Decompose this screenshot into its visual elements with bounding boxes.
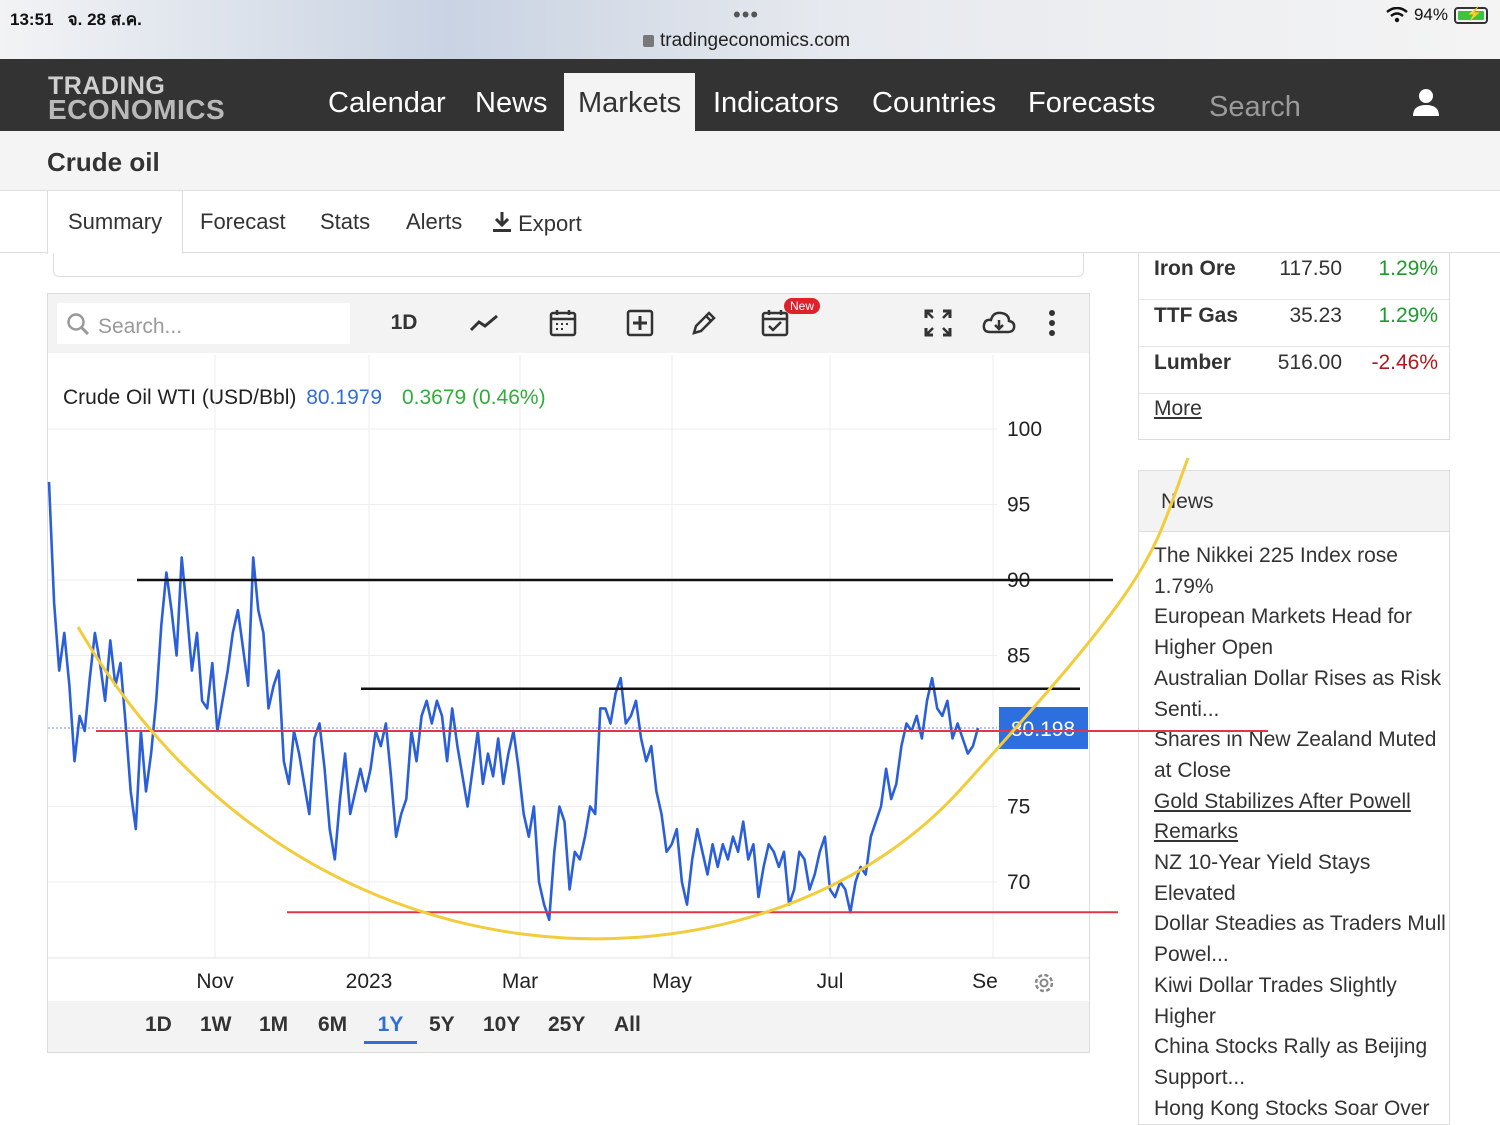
mover-row[interactable]: Lumber 516.00 -2.46% [1139,347,1449,394]
news-item[interactable]: European Markets Head for Higher Open [1154,602,1449,663]
lock-icon [643,35,654,47]
range-25y[interactable]: 25Y [548,1013,585,1041]
page-title: Crude oil [47,147,160,177]
series-name: Crude Oil WTI (USD/Bbl) [63,386,297,409]
mover-row[interactable]: Iron Ore 117.50 1.29% [1139,253,1449,300]
tab-export[interactable]: Export [472,191,602,253]
mover-value: 35.23 [1289,304,1342,327]
interval-button[interactable]: 1D [384,306,424,340]
search-icon [67,313,90,336]
download-icon [493,212,511,232]
user-icon[interactable] [1412,87,1440,117]
previous-section-box [53,253,1084,277]
nav-markets[interactable]: Markets [564,73,696,131]
tab-stats[interactable]: Stats [300,191,390,253]
news-item[interactable]: Shares in New Zealand Muted at Close [1154,725,1449,786]
cloud-download-icon[interactable] [981,306,1017,340]
market-movers-table: Iron Ore 117.50 1.29% TTF Gas 35.23 1.29… [1138,253,1450,440]
tab-summary[interactable]: Summary [47,191,184,254]
site-search-input[interactable]: Search [1201,77,1384,135]
nav-forecasts[interactable]: Forecasts [1014,73,1169,131]
range-selector: 1D 1W 1M 6M 1Y 5Y 10Y 25Y All [48,1001,1089,1052]
nav-countries[interactable]: Countries [858,73,1010,131]
news-list: The Nikkei 225 Index rose 1.79% European… [1154,541,1449,1124]
news-item[interactable]: The Nikkei 225 Index rose 1.79% [1154,541,1449,602]
battery-icon: ⚡ [1454,6,1488,24]
address-bar[interactable]: tradingeconomics.com [643,30,850,52]
nav-indicators[interactable]: Indicators [699,73,853,131]
range-6m[interactable]: 6M [318,1013,347,1041]
mover-name: Lumber [1154,351,1232,374]
range-1y[interactable]: 1Y [364,1013,417,1044]
news-panel: News The Nikkei 225 Index rose 1.79% Eur… [1138,470,1450,1125]
fullscreen-icon[interactable] [923,306,953,340]
status-indicators: 94% ⚡ [1386,5,1488,25]
trading-economics-logo[interactable]: TRADING ECONOMICS [48,74,225,124]
mover-name: Iron Ore [1154,257,1236,280]
chart-search-input[interactable]: Search... [57,303,350,344]
wifi-icon [1386,7,1408,23]
top-navigation: TRADING ECONOMICS Calendar News Markets … [0,59,1500,135]
tab-forecast[interactable]: Forecast [180,191,306,253]
settings-gear-icon[interactable] [1031,970,1057,996]
more-link[interactable]: More [1154,397,1202,421]
range-5y[interactable]: 5Y [429,1013,455,1041]
news-item[interactable]: Dollar Steadies as Traders Mull Powel... [1154,909,1449,970]
browser-status-bar: 13:51 จ. 28 ส.ค. ••• tradingeconomics.co… [0,0,1500,59]
status-time: 13:51 จ. 28 ส.ค. [10,10,142,29]
pencil-icon[interactable] [689,306,719,340]
mover-percent: -2.46% [1371,351,1438,374]
news-item[interactable]: Hong Kong Stocks Soar Over [1154,1094,1449,1124]
nav-news[interactable]: News [461,73,562,131]
sub-tabs: Summary Forecast Stats Alerts Export [0,191,1500,254]
news-heading: News [1139,471,1449,532]
chart-toolbar: Search... 1D New [48,294,1089,353]
range-1d[interactable]: 1D [145,1013,172,1041]
series-legend: Crude Oil WTI (USD/Bbl) 80.1979 0.3679 (… [63,386,546,410]
news-item[interactable]: China Stocks Rally as Beijing Support... [1154,1032,1449,1093]
chart-search-placeholder: Search... [98,315,183,338]
news-item[interactable]: Kiwi Dollar Trades Slightly Higher [1154,971,1449,1032]
tab-alerts[interactable]: Alerts [386,191,482,253]
calendar-icon[interactable] [548,306,578,340]
tab-export-label: Export [518,211,582,236]
news-item[interactable]: Gold Stabilizes After Powell Remarks [1154,787,1449,848]
mover-row[interactable]: TTF Gas 35.23 1.29% [1139,300,1449,347]
add-indicator-icon[interactable] [625,306,655,340]
series-change: 0.3679 (0.46%) [401,386,546,409]
mover-value: 117.50 [1279,257,1342,280]
page-title-bar: Crude oil [0,131,1500,191]
news-item[interactable]: Australian Dollar Rises as Risk Senti... [1154,664,1449,725]
tab-overview-dots[interactable]: ••• [733,2,759,28]
mover-name: TTF Gas [1154,304,1239,327]
battery-percent: 94% [1413,5,1448,24]
series-price: 80.1979 [306,386,383,409]
chart-panel: Search... 1D New Crude Oil WTI (USD/Bbl) [47,293,1090,1053]
more-options-icon[interactable] [1042,306,1062,340]
range-10y[interactable]: 10Y [483,1013,520,1041]
range-1m[interactable]: 1M [259,1013,288,1041]
range-all[interactable]: All [614,1013,641,1041]
new-badge: New [784,298,821,314]
mover-percent: 1.29% [1378,257,1438,280]
chart-type-icon[interactable] [467,306,501,340]
range-1w[interactable]: 1W [200,1013,232,1041]
mover-percent: 1.29% [1378,304,1438,327]
mover-value: 516.00 [1277,351,1342,374]
news-item[interactable]: NZ 10-Year Yield Stays Elevated [1154,848,1449,909]
nav-calendar[interactable]: Calendar [314,73,460,131]
